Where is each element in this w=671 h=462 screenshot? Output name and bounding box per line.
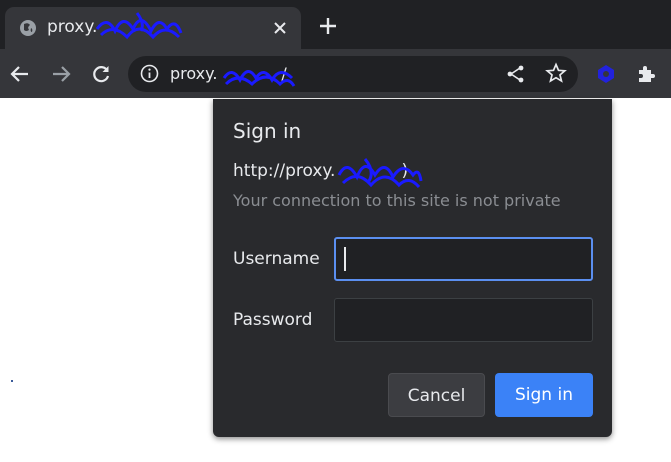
dialog-origin-host: http://proxy. bbox=[233, 161, 336, 181]
arrow-left-icon[interactable] bbox=[9, 63, 31, 85]
tab-active[interactable]: proxy. bbox=[5, 7, 301, 49]
dialog-title: Sign in bbox=[233, 119, 302, 143]
password-field[interactable] bbox=[334, 298, 593, 342]
dialog-origin: http://proxy.) bbox=[233, 161, 408, 181]
url-suffix: / bbox=[281, 64, 287, 83]
reload-icon[interactable] bbox=[90, 63, 112, 85]
text-caret bbox=[344, 247, 346, 271]
tab-title: proxy. bbox=[47, 17, 98, 37]
password-label: Password bbox=[233, 310, 313, 330]
globe-icon bbox=[19, 19, 37, 37]
extension-badge-icon[interactable] bbox=[595, 63, 617, 85]
stray-dot bbox=[11, 380, 13, 382]
sign-in-button[interactable]: Sign in bbox=[495, 373, 593, 417]
browser-window: proxy. proxy. / Sign in http://proxy.) … bbox=[0, 0, 671, 462]
share-icon[interactable] bbox=[505, 63, 527, 85]
redaction-scribble bbox=[93, 9, 185, 43]
puzzle-icon[interactable] bbox=[635, 63, 657, 85]
info-icon[interactable] bbox=[140, 64, 159, 83]
close-icon[interactable] bbox=[272, 20, 288, 36]
star-icon[interactable] bbox=[545, 62, 567, 84]
url-host: proxy. bbox=[170, 64, 218, 83]
username-label: Username bbox=[233, 249, 320, 269]
url-text: proxy. / bbox=[170, 64, 287, 83]
arrow-right-icon[interactable] bbox=[50, 63, 72, 85]
tab-strip: proxy. bbox=[0, 0, 671, 49]
dialog-origin-suffix: ) bbox=[401, 161, 409, 181]
toolbar: proxy. / bbox=[0, 49, 671, 98]
privacy-warning: Your connection to this site is not priv… bbox=[233, 191, 561, 210]
username-field[interactable] bbox=[334, 237, 593, 281]
cancel-button[interactable]: Cancel bbox=[388, 373, 485, 417]
sign-in-dialog: Sign in http://proxy.) Your connection t… bbox=[213, 99, 612, 437]
plus-icon[interactable] bbox=[318, 16, 338, 36]
